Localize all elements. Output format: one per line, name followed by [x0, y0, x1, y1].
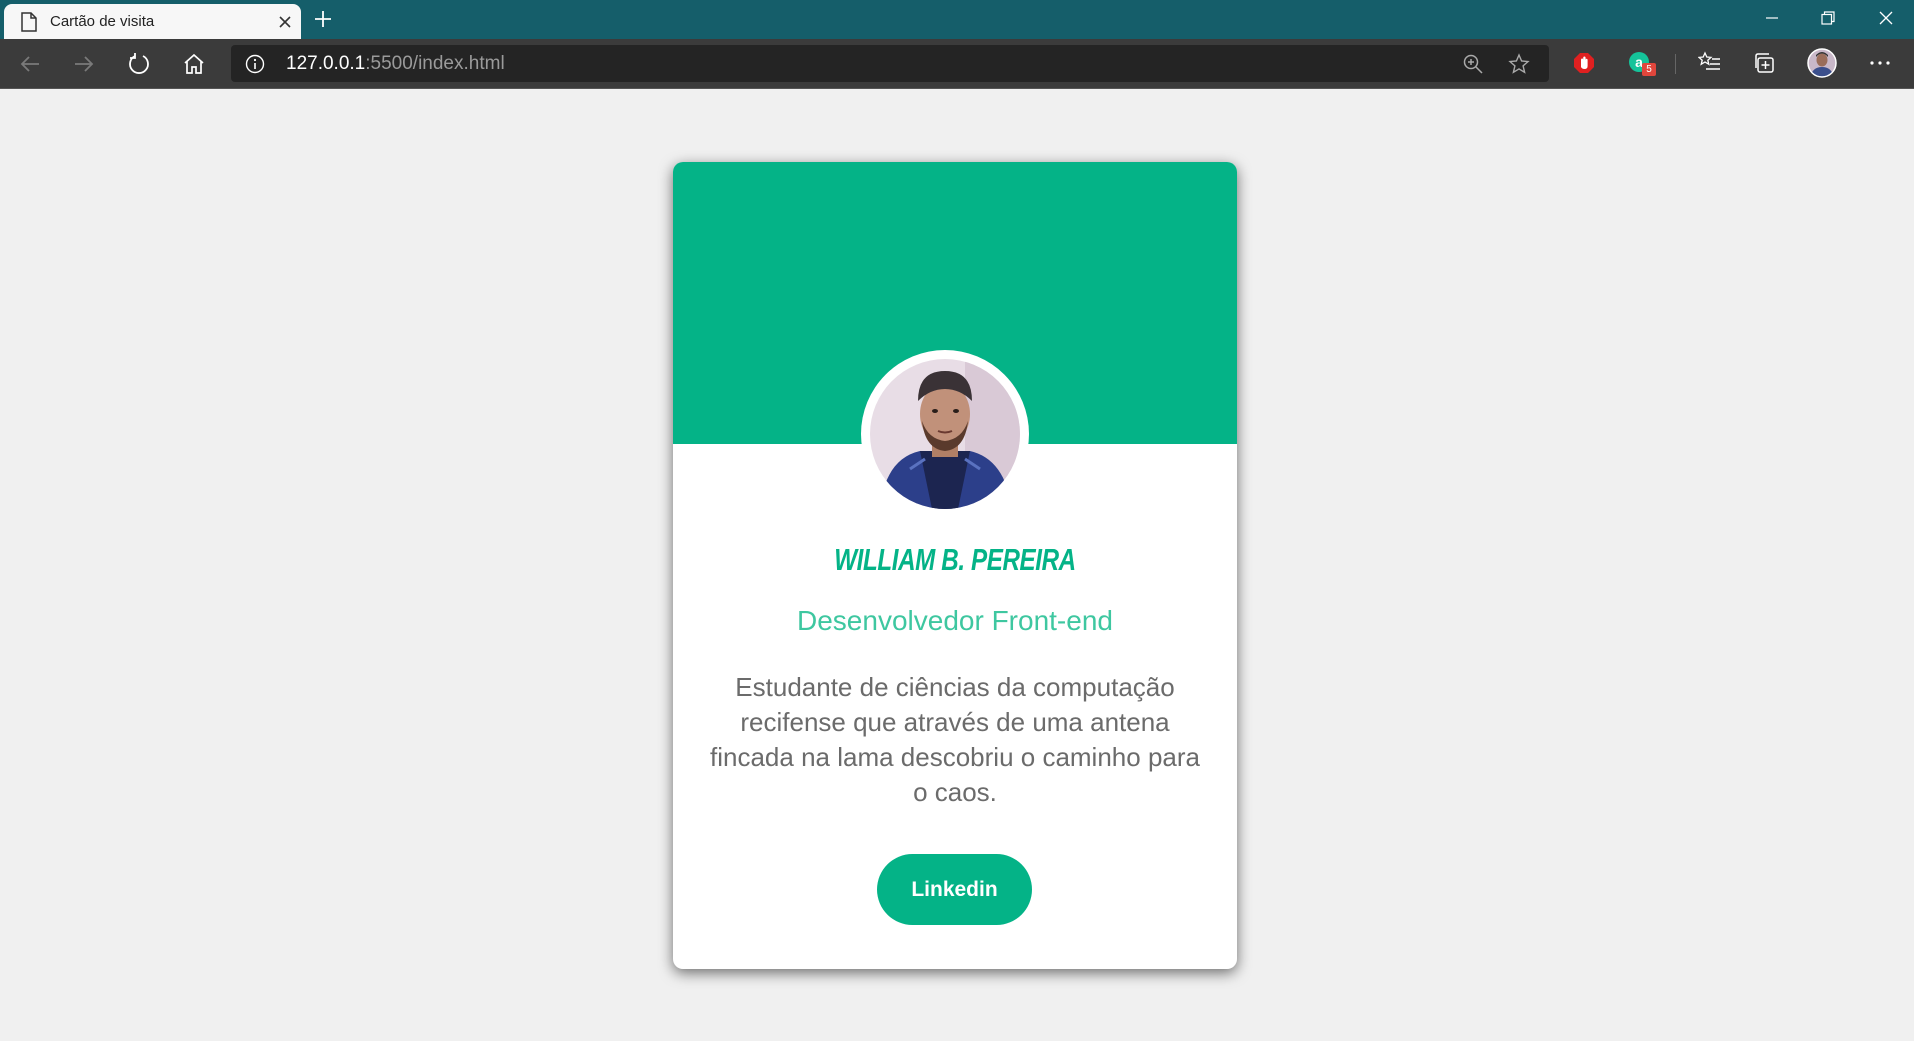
profile-bio: Estudante de ciências da computação reci… [710, 672, 1200, 807]
profile-name: WILLIAM B. PEREIRA [834, 542, 1076, 577]
home-button[interactable] [181, 51, 207, 77]
profile-photo-frame [861, 350, 1029, 518]
tab-title: Cartão de visita [50, 13, 155, 30]
new-tab-icon[interactable] [313, 9, 333, 29]
restore-icon [1821, 11, 1835, 25]
grammarly-extension-button[interactable]: a 5 [1628, 51, 1656, 76]
extension-badge: 5 [1642, 63, 1656, 76]
info-icon[interactable] [245, 54, 265, 74]
close-window-button[interactable] [1858, 0, 1914, 36]
restore-button[interactable] [1800, 0, 1856, 36]
favorite-star-icon[interactable] [1508, 53, 1530, 75]
back-arrow-icon [20, 56, 39, 72]
minimize-icon [1766, 17, 1778, 19]
refresh-icon [129, 53, 149, 74]
url-host: 127.0.0.1 [286, 53, 366, 74]
tab-active[interactable]: Cartão de visita [4, 4, 301, 39]
back-button[interactable] [17, 51, 43, 77]
linkedin-button[interactable]: Linkedin [877, 854, 1032, 925]
page-icon [21, 12, 37, 32]
address-bar[interactable]: 127.0.0.1:5500/index.html [231, 45, 1549, 82]
favorites-list-icon[interactable] [1698, 51, 1722, 75]
refresh-button[interactable] [126, 51, 152, 77]
close-tab-icon[interactable] [277, 14, 293, 30]
close-window-icon [1879, 11, 1893, 25]
url-text[interactable]: 127.0.0.1:5500/index.html [286, 53, 505, 75]
tab-strip: Cartão de visita [0, 0, 1914, 39]
forward-button[interactable] [71, 51, 97, 77]
home-icon [184, 53, 204, 74]
adblock-extension-icon[interactable] [1572, 51, 1596, 75]
minimize-button[interactable] [1744, 0, 1800, 36]
forward-arrow-icon [75, 56, 94, 72]
business-card: WILLIAM B. PEREIRA Desenvolvedor Front-e… [673, 162, 1237, 969]
zoom-icon[interactable] [1462, 53, 1484, 75]
profile-photo [870, 359, 1020, 509]
browser-toolbar: 127.0.0.1:5500/index.html a 5 [0, 39, 1914, 89]
profile-role: Desenvolvedor Front-end [797, 605, 1113, 636]
url-path: :5500/index.html [365, 53, 505, 74]
profile-avatar-icon[interactable] [1807, 48, 1837, 78]
more-options-icon[interactable] [1868, 51, 1892, 75]
collections-icon[interactable] [1753, 51, 1777, 75]
toolbar-divider [1675, 54, 1676, 74]
